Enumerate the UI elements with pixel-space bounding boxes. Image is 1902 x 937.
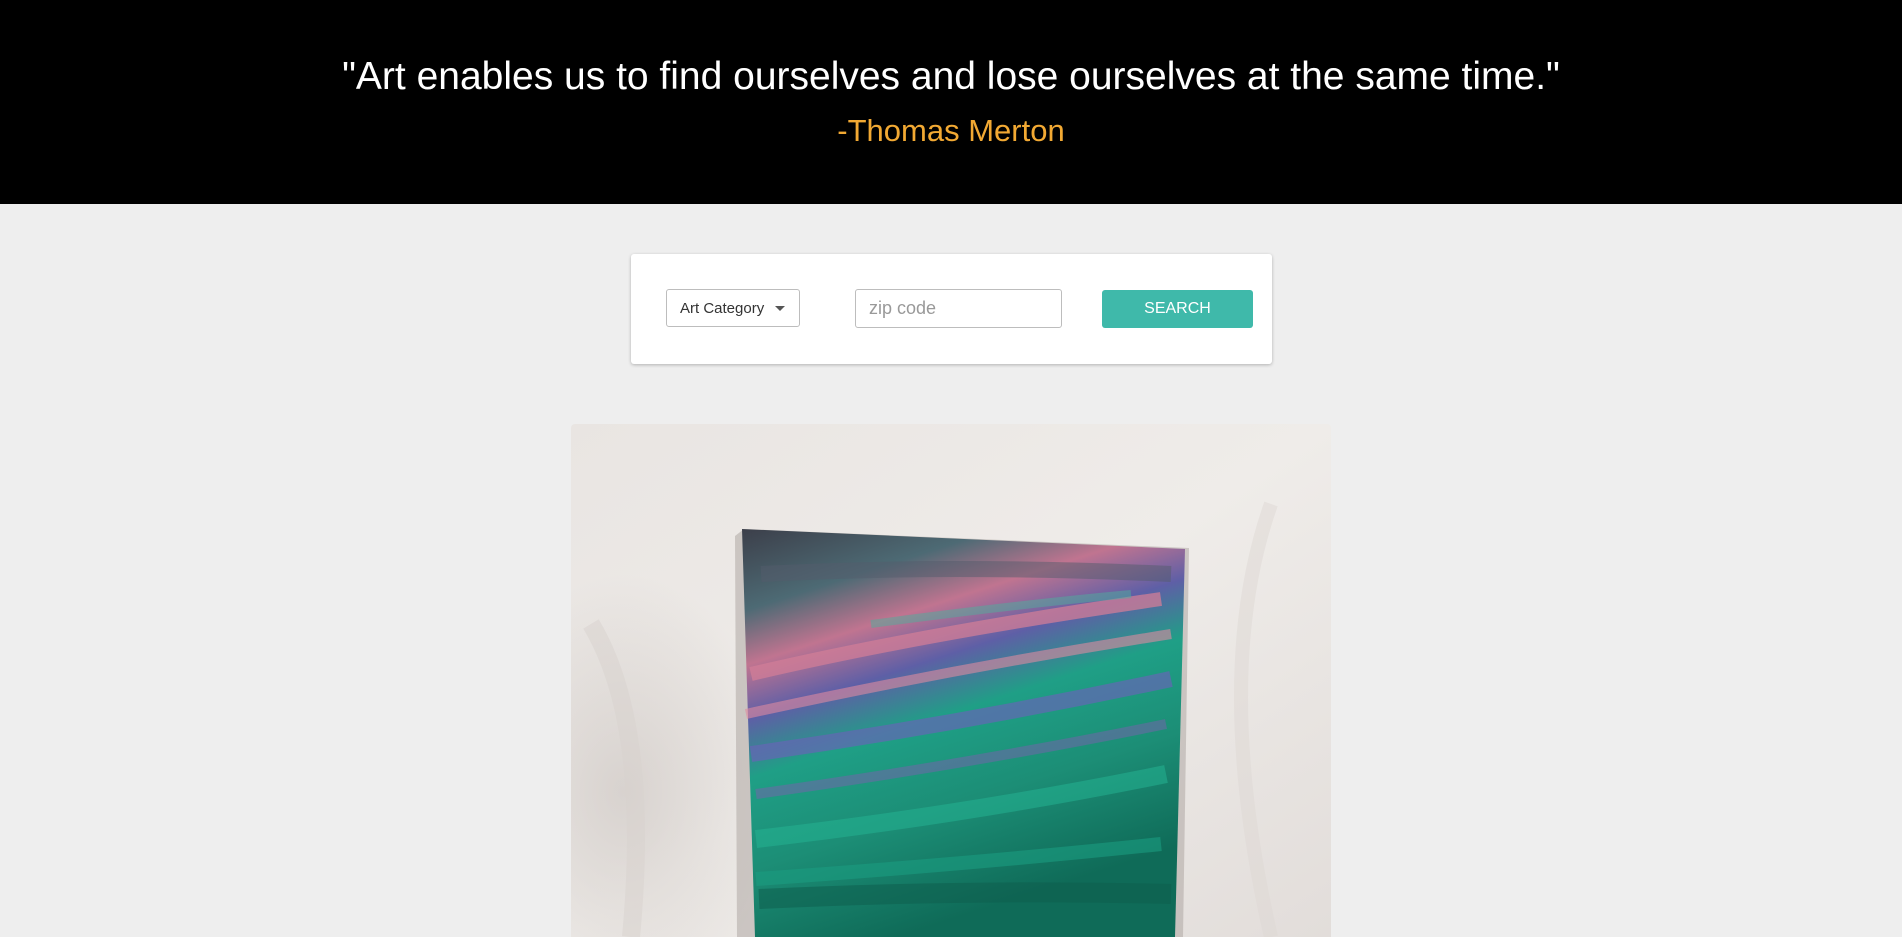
search-card: Art Category SEARCH — [631, 254, 1272, 364]
quote-banner: "Art enables us to find ourselves and lo… — [0, 0, 1902, 204]
art-category-label: Art Category — [680, 299, 765, 317]
art-category-dropdown[interactable]: Art Category — [666, 289, 800, 327]
artwork-photo[interactable] — [571, 424, 1331, 937]
artwork-image — [571, 424, 1331, 937]
quote-text: "Art enables us to find ourselves and lo… — [342, 55, 1560, 98]
quote-author: -Thomas Merton — [837, 113, 1065, 148]
search-button[interactable]: SEARCH — [1102, 290, 1253, 328]
zip-code-input[interactable] — [855, 289, 1062, 328]
caret-down-icon — [775, 306, 785, 311]
